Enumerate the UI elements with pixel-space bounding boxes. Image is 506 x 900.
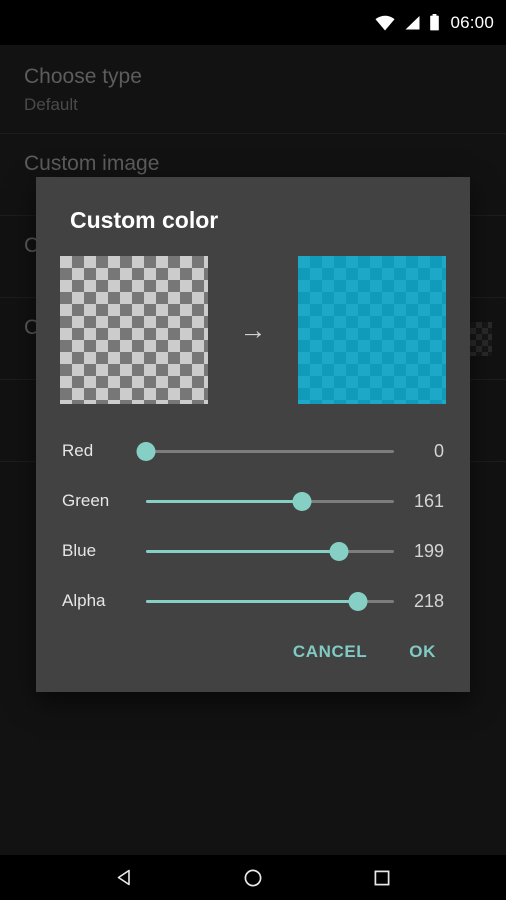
slider-row-green: Green 161 <box>50 476 450 526</box>
slider-value: 199 <box>413 540 444 561</box>
slider-thumb[interactable] <box>348 591 368 611</box>
slider-label: Red <box>62 441 94 460</box>
old-color-overlay <box>60 256 208 404</box>
slider-thumb[interactable] <box>329 541 349 561</box>
status-bar-clock: 06:00 <box>450 12 494 32</box>
slider-track <box>146 449 394 453</box>
slider-label: Blue <box>62 541 97 560</box>
new-color-swatch <box>298 256 446 404</box>
channel-slider-list: Red 0 Green 161 Blue 199 Alpha 218 <box>36 426 470 626</box>
ok-button[interactable]: OK <box>393 632 452 672</box>
recents-nav-button[interactable] <box>358 855 406 900</box>
android-screen: 06:00 Choose type Default Custom image C… <box>0 0 506 900</box>
list-item-subtitle: Default <box>24 95 78 114</box>
alpha-slider[interactable] <box>146 586 394 616</box>
red-slider[interactable] <box>136 436 394 466</box>
slider-label: Green <box>62 491 110 510</box>
slider-value: 0 <box>433 440 444 461</box>
slider-track-fill <box>146 499 303 503</box>
dialog-title: Custom color <box>70 207 219 233</box>
slider-value: 161 <box>413 490 444 511</box>
green-slider[interactable] <box>146 486 394 516</box>
cancel-button[interactable]: CANCEL <box>277 632 383 672</box>
slider-row-alpha: Alpha 218 <box>50 576 450 626</box>
navigation-bar <box>0 855 506 900</box>
back-nav-button[interactable] <box>100 855 148 900</box>
status-bar: 06:00 <box>0 0 506 45</box>
slider-thumb[interactable] <box>292 491 312 511</box>
slider-row-blue: Blue 199 <box>50 526 450 576</box>
slider-value: 218 <box>413 590 444 611</box>
slider-track-fill <box>146 599 359 603</box>
wifi-icon <box>375 15 395 31</box>
slider-label: Alpha <box>62 591 106 610</box>
slider-track-fill <box>146 549 340 553</box>
battery-icon <box>429 14 440 31</box>
color-preview-row: → <box>36 256 470 404</box>
home-nav-button[interactable] <box>229 855 277 900</box>
list-item-choose-type[interactable]: Choose type Default <box>0 45 506 134</box>
cell-signal-icon <box>403 15 421 31</box>
custom-color-dialog: Custom color → Red 0 Green 161 Blue 199 … <box>36 177 470 692</box>
slider-row-red: Red 0 <box>50 426 450 476</box>
arrow-right-icon: → <box>239 314 267 345</box>
old-color-swatch <box>60 256 208 404</box>
blue-slider[interactable] <box>146 536 394 566</box>
slider-thumb[interactable] <box>136 441 156 461</box>
list-item-title: Custom image <box>24 152 160 175</box>
list-item-title: Choose type <box>24 65 142 88</box>
dialog-action-bar: CANCEL OK <box>277 632 452 672</box>
new-color-overlay <box>298 256 446 404</box>
